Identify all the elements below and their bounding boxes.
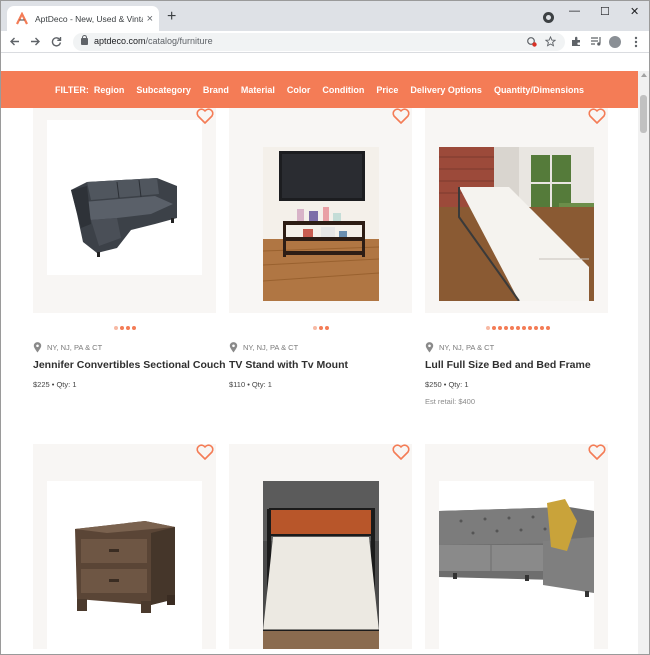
product-title[interactable]: TV Stand with Tv Mount <box>229 359 348 371</box>
carousel-dot[interactable] <box>540 326 544 330</box>
product-price: $225 • Qty: 1 <box>33 380 77 389</box>
media-icon[interactable] <box>590 36 602 47</box>
product-image-bed-frame[interactable] <box>263 481 379 649</box>
product-location: NY, NJ, PA & CT <box>33 342 102 353</box>
forward-icon[interactable] <box>30 36 41 47</box>
product-est-retail: Est retail: $400 <box>425 397 476 406</box>
tab-strip: AptDeco - New, Used & Vintage × + — ☐ ✕ <box>1 1 649 31</box>
maximize-button[interactable]: ☐ <box>600 5 610 19</box>
reload-icon[interactable] <box>51 36 62 47</box>
favorite-heart-icon[interactable] <box>391 442 411 462</box>
url-domain: aptdeco.com <box>94 36 146 46</box>
product-price: $250 • Qty: 1 <box>425 380 469 389</box>
filter-brand[interactable]: Brand <box>203 85 229 95</box>
star-icon[interactable] <box>545 36 556 47</box>
carousel-dot[interactable] <box>492 326 496 330</box>
carousel-dot[interactable] <box>498 326 502 330</box>
close-window-button[interactable]: ✕ <box>630 5 639 19</box>
product-card[interactable] <box>425 444 608 649</box>
product-card[interactable] <box>229 108 412 313</box>
filter-price[interactable]: Price <box>376 85 398 95</box>
carousel-dot[interactable] <box>319 326 323 330</box>
tracking-blocked-icon[interactable] <box>527 37 537 47</box>
url-text: aptdeco.com/catalog/furniture <box>94 36 213 46</box>
browser-tab[interactable]: AptDeco - New, Used & Vintage × <box>7 6 159 31</box>
carousel-dot[interactable] <box>504 326 508 330</box>
product-image-tv-stand[interactable] <box>263 147 379 301</box>
product-location: NY, NJ, PA & CT <box>425 342 494 353</box>
new-tab-button[interactable]: + <box>167 8 176 26</box>
lock-icon <box>81 35 88 45</box>
location-pin-icon <box>33 342 42 353</box>
filter-material[interactable]: Material <box>241 85 275 95</box>
minimize-button[interactable]: — <box>569 4 580 18</box>
browser-toolbar: aptdeco.com/catalog/furniture <box>1 31 649 53</box>
carousel-dot[interactable] <box>132 326 136 330</box>
filter-delivery-options[interactable]: Delivery Options <box>410 85 482 95</box>
image-carousel-dots[interactable] <box>313 326 329 330</box>
favorite-heart-icon[interactable] <box>195 106 215 126</box>
carousel-dot[interactable] <box>114 326 118 330</box>
filter-label: FILTER: <box>55 84 89 95</box>
tab-close-icon[interactable]: × <box>147 13 153 25</box>
product-image-nightstand[interactable] <box>47 481 202 649</box>
browser-window: AptDeco - New, Used & Vintage × + — ☐ ✕ … <box>0 0 650 655</box>
product-image-sectional-couch[interactable] <box>47 120 202 275</box>
product-location: NY, NJ, PA & CT <box>229 342 298 353</box>
carousel-dot[interactable] <box>534 326 538 330</box>
product-title[interactable]: Jennifer Convertibles Sectional Couch <box>33 359 226 371</box>
location-pin-icon <box>425 342 434 353</box>
url-path: /catalog/furniture <box>145 36 213 46</box>
profile-icon[interactable] <box>609 36 621 48</box>
image-carousel-dots[interactable] <box>114 326 136 330</box>
favorite-heart-icon[interactable] <box>587 106 607 126</box>
favorite-heart-icon[interactable] <box>391 106 411 126</box>
carousel-dot[interactable] <box>510 326 514 330</box>
product-image-bed[interactable] <box>439 147 594 301</box>
product-card[interactable] <box>229 444 412 649</box>
carousel-dot[interactable] <box>528 326 532 330</box>
carousel-dot[interactable] <box>120 326 124 330</box>
page-content: FILTER: Region Subcategory Brand Materia… <box>1 54 649 654</box>
carousel-dot[interactable] <box>522 326 526 330</box>
product-price: $110 • Qty: 1 <box>229 380 272 389</box>
aptdeco-favicon-icon <box>16 11 28 24</box>
filter-color[interactable]: Color <box>287 85 311 95</box>
filter-quantity-dimensions[interactable]: Quantity/Dimensions <box>494 85 584 95</box>
carousel-dot[interactable] <box>126 326 130 330</box>
favorite-heart-icon[interactable] <box>195 442 215 462</box>
carousel-dot[interactable] <box>516 326 520 330</box>
scrollbar-thumb[interactable] <box>640 95 647 133</box>
carousel-dot[interactable] <box>313 326 317 330</box>
filter-region[interactable]: Region <box>94 85 125 95</box>
carousel-dot[interactable] <box>325 326 329 330</box>
tab-title: AptDeco - New, Used & Vintage <box>35 13 143 24</box>
extensions-icon[interactable] <box>571 36 582 47</box>
page-scrollbar[interactable] <box>638 71 649 654</box>
back-icon[interactable] <box>9 36 20 47</box>
location-text: NY, NJ, PA & CT <box>439 343 495 352</box>
product-card[interactable] <box>33 108 216 313</box>
product-title[interactable]: Lull Full Size Bed and Bed Frame <box>425 359 591 371</box>
filter-subcategory[interactable]: Subcategory <box>136 85 191 95</box>
scroll-up-arrow-icon[interactable] <box>641 73 647 77</box>
location-text: NY, NJ, PA & CT <box>243 343 299 352</box>
filter-bar: FILTER: Region Subcategory Brand Materia… <box>1 71 638 108</box>
address-bar[interactable]: aptdeco.com/catalog/furniture <box>73 33 565 51</box>
favorite-heart-icon[interactable] <box>587 442 607 462</box>
filter-condition[interactable]: Condition <box>322 85 364 95</box>
product-image-gray-sectional[interactable] <box>439 481 594 649</box>
menu-icon[interactable] <box>634 36 638 48</box>
image-carousel-dots[interactable] <box>486 326 550 330</box>
product-card[interactable] <box>33 444 216 649</box>
carousel-dot[interactable] <box>486 326 490 330</box>
location-pin-icon <box>229 342 238 353</box>
media-record-icon[interactable] <box>543 12 554 23</box>
location-text: NY, NJ, PA & CT <box>47 343 103 352</box>
carousel-dot[interactable] <box>546 326 550 330</box>
product-card[interactable] <box>425 108 608 313</box>
